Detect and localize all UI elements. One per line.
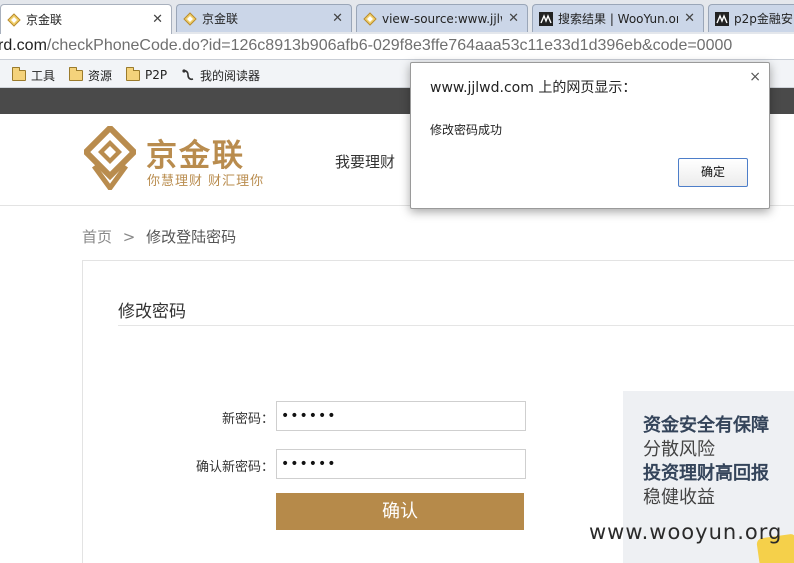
folder-icon: [12, 66, 26, 81]
tab-title: 搜索结果 | WooYun.or: [558, 12, 679, 26]
bookmark-reader[interactable]: 我的阅读器: [181, 66, 260, 84]
reader-icon: [181, 68, 195, 82]
browser-tab[interactable]: 京金联 ✕: [0, 4, 172, 34]
address-url[interactable]: rd.com/checkPhoneCode.do?id=126c8913b906…: [0, 37, 732, 55]
bookmark-label: 资源: [88, 68, 113, 83]
promo-line-1: 资金安全有保障: [643, 415, 769, 436]
tab-title: p2p金融安: [734, 12, 793, 26]
close-icon[interactable]: ✕: [684, 11, 695, 26]
wooyun-icon: [715, 11, 729, 26]
close-icon[interactable]: ×: [749, 69, 761, 85]
diamond-icon: [183, 11, 197, 26]
title-divider: [118, 325, 794, 326]
browser-tab[interactable]: 搜索结果 | WooYun.or ✕: [532, 4, 704, 32]
tab-title: 京金联: [26, 13, 63, 27]
promo-line-4: 稳健收益: [643, 487, 715, 508]
submit-button[interactable]: 确认: [276, 493, 524, 530]
dialog-title: www.jjlwd.com 上的网页显示：: [430, 80, 637, 96]
breadcrumb-current: 修改登陆密码: [146, 228, 237, 246]
bookmark-label: 工具: [31, 68, 56, 83]
bookmark-tools[interactable]: 工具: [12, 66, 55, 84]
promo-line-3: 投资理财高回报: [643, 463, 769, 484]
breadcrumb-home[interactable]: 首页: [82, 228, 112, 246]
new-password-label: 新密码：: [221, 412, 274, 427]
alert-dialog: www.jjlwd.com 上的网页显示： × 修改密码成功 确定: [410, 62, 770, 209]
close-icon[interactable]: ✕: [152, 12, 163, 27]
breadcrumb: 首页 > 修改登陆密码: [82, 226, 236, 247]
promo-line-2: 分散风险: [643, 439, 715, 460]
address-path: /checkPhoneCode.do?id=126c8913b906afb6-0…: [46, 37, 733, 54]
browser-tab[interactable]: 京金联 ✕: [176, 4, 352, 32]
address-host: rd.com: [0, 37, 47, 54]
confirm-password-input[interactable]: ••••••: [276, 449, 526, 479]
close-icon[interactable]: ✕: [508, 11, 519, 26]
logo-icon[interactable]: [81, 123, 139, 193]
logo-slogan: 你慧理财 财汇理你: [147, 174, 265, 189]
folder-icon: [69, 66, 83, 81]
browser-tab-strip: 京金联 ✕ 京金联 ✕ view-source:www.jjlw ✕ 搜索结果 …: [0, 0, 794, 34]
diamond-icon: [363, 11, 377, 26]
confirm-password-label: 确认新密码：: [195, 460, 274, 475]
browser-tab[interactable]: p2p金融安: [708, 4, 794, 32]
watermark: www.wooyun.org: [589, 520, 783, 544]
bookmark-resources[interactable]: 资源: [69, 66, 112, 84]
browser-tab[interactable]: view-source:www.jjlw ✕: [356, 4, 528, 32]
diamond-icon: [7, 12, 21, 27]
bookmark-p2p[interactable]: P2P: [126, 66, 167, 84]
breadcrumb-separator: >: [122, 228, 136, 246]
bookmark-label: P2P: [145, 68, 168, 82]
page-title: 修改密码: [118, 302, 186, 322]
wooyun-icon: [539, 11, 553, 26]
new-password-input[interactable]: ••••••: [276, 401, 526, 431]
logo-name: 京金联: [146, 138, 245, 174]
dialog-message: 修改密码成功: [430, 123, 503, 137]
tab-title: 京金联: [202, 12, 239, 26]
address-bar[interactable]: rd.com/checkPhoneCode.do?id=126c8913b906…: [0, 34, 794, 60]
dialog-ok-button[interactable]: 确定: [678, 158, 748, 187]
folder-icon: [126, 66, 140, 81]
bookmark-label: 我的阅读器: [200, 68, 261, 83]
tab-title: view-source:www.jjlw: [382, 11, 503, 26]
nav-invest-link[interactable]: 我要理财: [335, 151, 395, 172]
close-icon[interactable]: ✕: [332, 11, 343, 26]
